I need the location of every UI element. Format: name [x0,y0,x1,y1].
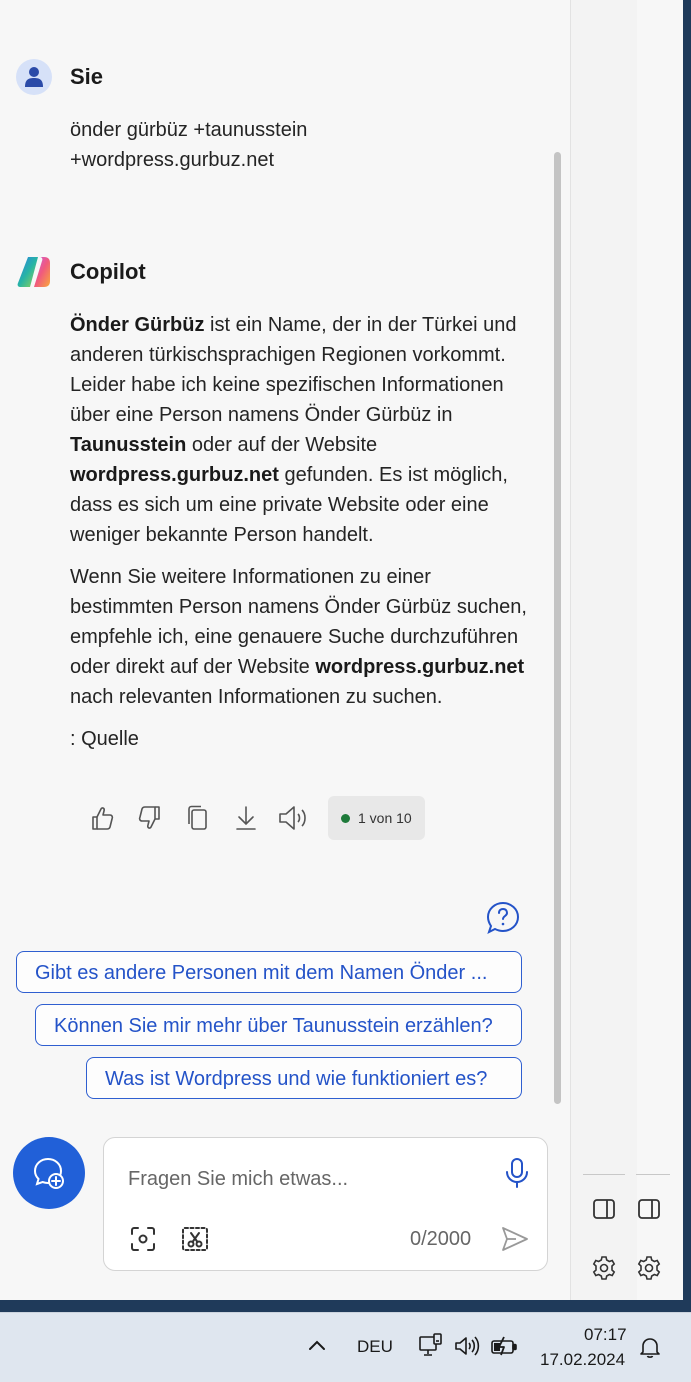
new-chat-button[interactable] [13,1137,85,1209]
user-avatar-icon [16,59,52,95]
suggestion-chip-1[interactable]: Gibt es andere Personen mit dem Namen Ön… [16,951,522,993]
taskbar: DEU 07:17 17.02.2024 [0,1312,691,1382]
bell-icon[interactable] [638,1335,662,1364]
sidebar-toggle-icon[interactable] [590,1195,618,1223]
help-icon[interactable] [485,900,521,936]
volume-icon[interactable] [454,1335,480,1362]
answer-paragraph-2: Wenn Sie weitere Informationen zu einer … [70,562,530,712]
speaker-icon[interactable] [270,796,318,840]
snip-icon[interactable] [180,1224,210,1254]
bold-text: wordpress.gurbuz.net [70,464,279,486]
language-indicator[interactable]: DEU [357,1337,393,1357]
sidebar-toggle-icon[interactable] [635,1195,663,1223]
copilot-logo-icon [16,254,52,290]
divider [583,1174,625,1175]
new-chat-icon [33,1157,64,1189]
char-counter: 0/2000 [410,1228,472,1250]
scrollbar[interactable] [554,152,561,1104]
suggestion-chip-3[interactable]: Was ist Wordpress und wie funktioniert e… [86,1057,522,1099]
suggestion-chip-2[interactable]: Können Sie mir mehr über Taunusstein erz… [35,1004,522,1046]
bold-text: wordpress.gurbuz.net [315,656,525,678]
send-icon[interactable] [500,1224,530,1254]
copilot-answer: Önder Gürbüz ist ein Name, der in der Tü… [70,310,530,754]
text-run: nach relevanten Informationen zu suchen. [70,686,443,708]
user-message-line: önder gürbüz +taunusstein [70,119,308,141]
clock-date[interactable]: 17.02.2024 [540,1350,625,1370]
copy-icon[interactable] [174,796,222,840]
chat-input[interactable] [126,1162,490,1196]
copilot-panel: Sie önder gürbüz +taunusstein +wordpress… [0,0,637,1300]
text-run: oder auf der Website [186,434,378,456]
answer-paragraph-1: Önder Gürbüz ist ein Name, der in der Tü… [70,310,530,550]
thumbs-up-icon[interactable] [78,796,126,840]
bold-text: Önder Gürbüz [70,314,205,336]
user-name: Sie [70,64,104,89]
battery-icon[interactable] [490,1335,518,1362]
user-message-line: +wordpress.gurbuz.net [70,149,275,171]
gear-icon[interactable] [635,1254,663,1282]
download-icon[interactable] [222,796,270,840]
chat-input-box: 0/2000 [103,1137,548,1271]
background-window [636,0,683,1300]
message-actions: 1 von 10 [78,796,425,840]
user-message-header: Sie [16,59,103,95]
copilot-message-header: Copilot [16,254,146,290]
microphone-icon[interactable] [502,1156,532,1190]
source-link[interactable]: : Quelle [70,724,530,754]
response-counter: 1 von 10 [328,796,425,840]
user-message: önder gürbüz +taunusstein +wordpress.gur… [70,115,530,175]
chevron-up-icon[interactable] [306,1337,328,1358]
status-dot-icon [341,813,350,823]
network-icon[interactable] [418,1333,444,1364]
side-strip [570,0,637,1300]
thumbs-down-icon[interactable] [126,796,174,840]
screenshot-icon[interactable] [128,1224,158,1254]
divider [636,1174,670,1175]
copilot-name: Copilot [70,259,146,284]
clock-time[interactable]: 07:17 [584,1325,627,1345]
bold-text: Taunusstein [70,434,187,456]
response-counter-text: 1 von 10 [358,810,412,826]
gear-icon[interactable] [590,1254,618,1282]
